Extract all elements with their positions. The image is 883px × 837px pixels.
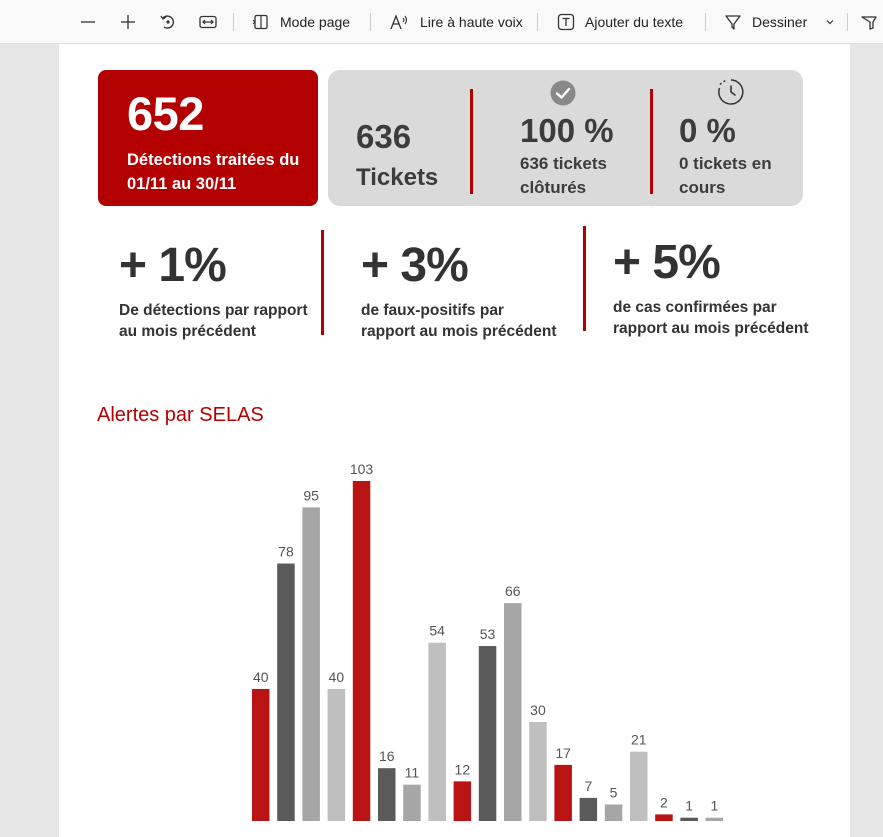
chevron-down-icon xyxy=(826,20,834,25)
data-label: 78 xyxy=(278,544,294,560)
draw-button[interactable]: Dessiner xyxy=(724,0,807,44)
zoom-out-button[interactable] xyxy=(80,0,96,44)
toolbar-divider xyxy=(537,13,538,31)
plus-icon xyxy=(121,15,135,29)
chart-bar xyxy=(252,688,270,821)
highlighter-icon xyxy=(861,16,877,30)
highlight-button[interactable] xyxy=(860,0,878,44)
minus-icon xyxy=(81,21,95,23)
toolbar-divider xyxy=(370,13,371,31)
data-label: 54 xyxy=(429,623,445,639)
data-label: 16 xyxy=(379,748,395,764)
draw-icon xyxy=(725,15,741,30)
data-label: 17 xyxy=(555,745,571,761)
toolbar-divider xyxy=(705,13,706,31)
text-box-icon xyxy=(557,13,575,31)
data-label: 1 xyxy=(685,798,693,814)
chart-bar xyxy=(655,814,673,821)
read-aloud-label: Lire à haute voix xyxy=(420,14,523,30)
page-mode-label: Mode page xyxy=(280,14,351,30)
chart-bar xyxy=(478,646,497,821)
page-mode-button[interactable]: Mode page xyxy=(252,0,350,44)
data-label: 12 xyxy=(455,761,471,777)
chart-bar xyxy=(352,481,371,821)
data-label: 95 xyxy=(303,487,319,503)
toolbar-divider xyxy=(847,13,848,31)
chart-bar xyxy=(453,781,472,821)
data-label: 11 xyxy=(405,765,420,781)
data-label: 30 xyxy=(530,702,546,718)
data-label: 7 xyxy=(584,778,592,794)
chart-bar xyxy=(277,563,295,821)
rotate-button[interactable] xyxy=(159,0,177,44)
pdf-toolbar: Mode page Lire à haute voix Ajouter du t… xyxy=(0,0,883,44)
chart-bar xyxy=(630,751,648,821)
data-label: 40 xyxy=(253,669,269,685)
data-label: 40 xyxy=(329,669,345,685)
read-aloud-icon xyxy=(390,14,408,30)
data-label: 1 xyxy=(710,798,718,814)
data-label: 66 xyxy=(505,583,521,599)
data-label: 5 xyxy=(610,784,618,800)
chart-bar xyxy=(403,784,421,821)
chart-bar xyxy=(554,764,572,821)
read-aloud-button[interactable]: Lire à haute voix xyxy=(390,0,523,44)
chart-bar xyxy=(302,507,320,821)
chart-bar xyxy=(680,817,698,821)
data-label: 103 xyxy=(350,461,374,477)
fit-width-button[interactable] xyxy=(199,0,217,44)
chart-bar xyxy=(428,642,446,821)
pdf-page: 652 Détections traitées du 01/11 au 30/1… xyxy=(59,44,850,837)
data-label: 53 xyxy=(480,626,496,642)
draw-options-dropdown[interactable] xyxy=(825,0,835,44)
add-text-button[interactable]: Ajouter du texte xyxy=(557,0,683,44)
add-text-label: Ajouter du texte xyxy=(585,14,684,30)
chart-bar xyxy=(604,804,623,821)
data-label: 2 xyxy=(660,794,668,810)
chart-bar xyxy=(529,721,547,821)
chart-bar xyxy=(378,768,396,821)
chart-bar xyxy=(579,797,598,821)
fit-width-icon xyxy=(199,15,217,29)
zoom-in-button[interactable] xyxy=(120,0,136,44)
chart-bar xyxy=(504,603,522,821)
page-mode-icon xyxy=(252,14,268,30)
bar-chart: 4078954010316115412536630177 5212 1 1 xyxy=(252,461,724,821)
data-label: 21 xyxy=(631,732,647,748)
rotate-icon xyxy=(160,15,175,29)
chart-bar xyxy=(327,688,346,821)
draw-label: Dessiner xyxy=(752,14,808,30)
toolbar-divider xyxy=(233,13,234,31)
chart-bar xyxy=(705,817,724,821)
